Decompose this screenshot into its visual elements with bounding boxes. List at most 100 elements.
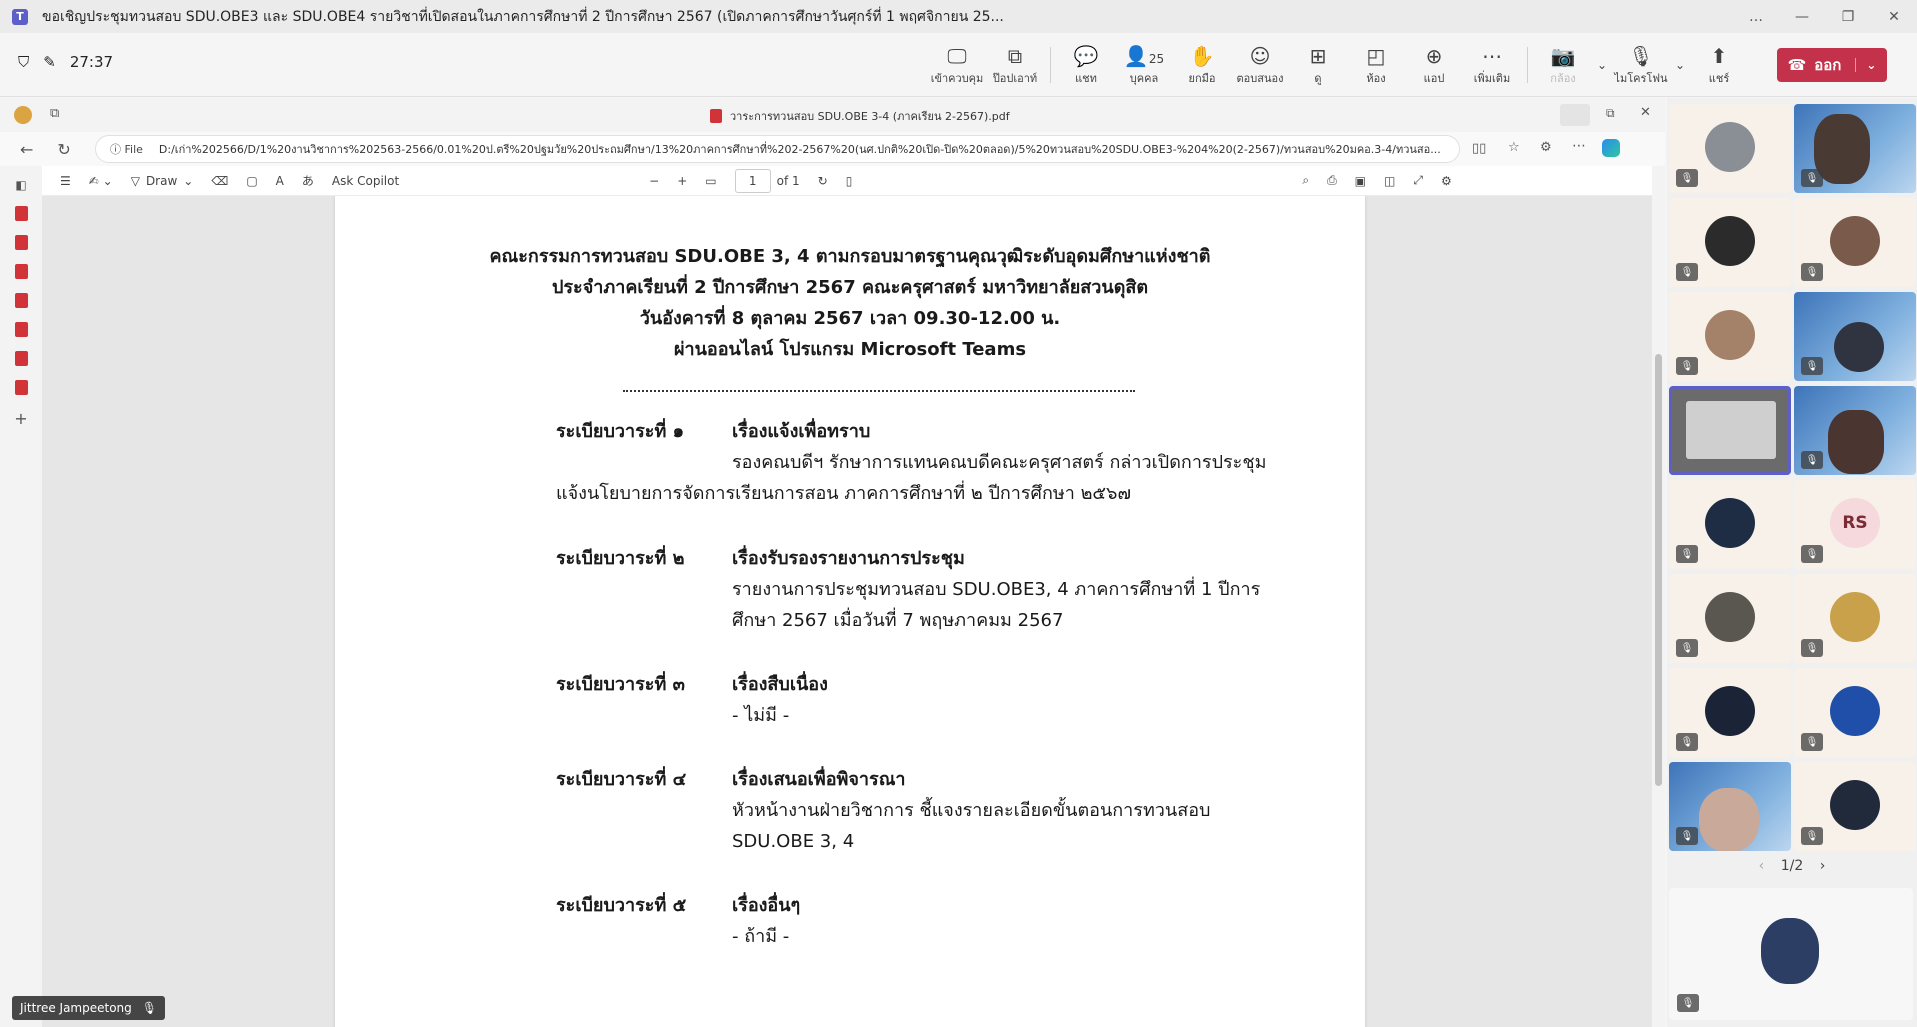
contents-icon[interactable]: ☰ [60,174,71,188]
pop-out-button[interactable]: ⧉ ป๊อปเอาท์ [986,39,1044,91]
zoom-in-button[interactable]: + [677,174,687,188]
print-icon[interactable]: ⎙ [1327,173,1337,188]
workspaces-icon[interactable]: ⧉ [50,106,59,121]
mic-off-icon: 🎙 [1677,994,1699,1012]
chevron-right-icon[interactable]: › [1820,858,1826,874]
page-view-icon[interactable]: ▯ [846,174,853,188]
search-icon[interactable]: ⌕ [1302,173,1309,188]
participant-tile[interactable]: 🎙 [1669,198,1791,287]
restore-button[interactable]: ❐ [1825,0,1871,33]
participant-tile[interactable]: 🎙 [1669,668,1791,757]
react-button[interactable]: ☺ ตอบสนอง [1231,39,1289,91]
smiley-icon: ☺ [1249,44,1271,68]
mic-button[interactable]: 🎙 ไมโครโฟน [1612,39,1670,91]
shield-icon: ⛉ [18,53,30,71]
highlight-icon[interactable]: ✍ ⌄ [89,174,113,188]
self-view-tile[interactable]: 🎙 [1669,888,1913,1020]
eraser-icon[interactable]: ⌫ [211,174,228,188]
participant-tile[interactable]: 🎙 [1669,104,1791,193]
pdf-tab-icon[interactable] [14,264,28,279]
save-icon[interactable]: ▣ [1355,174,1366,188]
more-button[interactable]: ⋯ เพิ่มเติม [1463,39,1521,91]
page-number-input[interactable]: 1 [734,168,771,193]
raise-hand-button[interactable]: ✋ ยกมือ [1173,39,1231,91]
fullscreen-icon[interactable]: ⤢ [1413,173,1423,188]
ellipsis-icon: ⋯ [1482,44,1502,68]
extensions-icon[interactable]: ⚙ [1540,140,1552,155]
address-input[interactable]: ⓘ File D:/เก่า%202566/D/1%20งานวิชาการ%2… [95,135,1460,163]
rooms-button[interactable]: ◰ ห้อง [1347,39,1405,91]
camera-button[interactable]: 📷 กล้อง [1534,39,1592,91]
zoom-out-button[interactable]: − [649,174,659,188]
participant-tile[interactable]: 🎙 [1669,292,1791,381]
share-button[interactable]: ⬆ แชร์ [1690,39,1748,91]
mic-options-button[interactable]: ⌄ [1670,39,1690,91]
back-arrow-icon[interactable]: ← [20,140,33,159]
translate-icon[interactable]: あ [302,172,314,189]
take-control-button[interactable]: 🖵 เข้าควบคุม [928,39,986,91]
participant-tile[interactable]: 🎙 [1794,668,1916,757]
new-tab-icon[interactable]: + [14,409,27,428]
read-aloud-icon[interactable]: A [276,174,284,188]
participant-tile[interactable]: 🎙 [1794,574,1916,663]
pen-icon: ▽ [130,173,140,188]
avatar [1830,592,1880,642]
chat-button[interactable]: 💬 แชท [1057,39,1115,91]
minimize-button[interactable]: — [1779,0,1825,33]
pdf-scrollbar[interactable] [1652,166,1665,1027]
favorites-icon[interactable]: ☆ [1508,140,1520,155]
camera-off-icon: 📷 [1550,44,1576,68]
participant-tile[interactable]: 🎙 [1669,762,1791,851]
pdf-viewer[interactable]: คณะกรรมการทวนสอบ SDU.OBE 3, 4 ตามกรอบมาต… [42,196,1652,1027]
close-window-button[interactable]: ✕ [1871,0,1917,33]
avatar [1834,322,1884,372]
participant-tile[interactable]: 🎙 [1794,104,1916,193]
participant-tile[interactable]: 🎙 [1794,762,1916,851]
settings-icon[interactable]: ⚙ [1441,174,1452,188]
mic-off-icon: 🎙 [1801,263,1823,281]
save-as-icon[interactable]: ◫ [1384,174,1395,188]
refresh-icon[interactable]: ↻ [57,140,70,159]
pdf-tab-icon[interactable] [14,206,28,221]
camera-options-button[interactable]: ⌄ [1592,39,1612,91]
participant-tile[interactable]: 🎙 [1669,574,1791,663]
participant-tile[interactable]: RS 🎙 [1794,480,1916,569]
participant-tile-active[interactable] [1669,386,1791,475]
toolbar-divider [1527,47,1528,83]
chevron-down-icon: ⌄ [1674,58,1686,72]
copilot-icon[interactable] [1602,139,1620,157]
pdf-tab-icon[interactable] [14,351,28,366]
more-options-button[interactable]: … [1733,0,1779,33]
view-button[interactable]: ⊞ ดู [1289,39,1347,91]
rotate-icon[interactable]: ↻ [818,174,828,188]
fit-page-icon[interactable]: ▭ [705,174,716,188]
browser-tab[interactable]: วาระการทวนสอบ SDU.OBE 3-4 (ภาคเรียน 2-25… [710,107,1010,125]
close-tab-icon[interactable]: ✕ [1640,105,1651,120]
reading-view-icon[interactable]: ▯▯ [1472,141,1486,156]
apps-button[interactable]: ⊕ แอป [1405,39,1463,91]
tab-actions-icon[interactable]: ◧ [15,178,26,192]
participant-tile[interactable]: 🎙 [1794,292,1916,381]
meeting-notes-icon[interactable]: ✎ [43,53,56,71]
chevron-down-icon[interactable]: ⌄ [1855,58,1876,72]
avatar [1705,686,1755,736]
leave-button[interactable]: ☎ ออก ⌄ [1777,48,1887,82]
pdf-tab-icon[interactable] [14,322,28,337]
pdf-tab-icon[interactable] [14,380,28,395]
chevron-left-icon[interactable]: ‹ [1759,858,1765,874]
gallery-pager: ‹ 1/2 › [1758,858,1826,874]
avatar [1705,310,1755,360]
pdf-tab-icon[interactable] [14,235,28,250]
browser-menu-icon[interactable]: ⋯ [1572,138,1586,154]
participant-tile[interactable]: 🎙 [1669,480,1791,569]
pdf-tab-icon[interactable] [14,293,28,308]
text-box-icon[interactable]: ▢ [246,174,257,188]
profile-avatar[interactable] [14,106,32,124]
participant-tile[interactable]: 🎙 [1794,386,1916,475]
restore-tab-icon[interactable]: ⧉ [1606,106,1615,121]
people-button[interactable]: 👤25 บุคคล [1115,39,1173,91]
scrollbar-thumb[interactable] [1655,354,1662,786]
participant-tile[interactable]: 🎙 [1794,198,1916,287]
draw-button[interactable]: ▽ Draw ⌄ [131,174,194,188]
ask-copilot-button[interactable]: Ask Copilot [332,174,399,188]
